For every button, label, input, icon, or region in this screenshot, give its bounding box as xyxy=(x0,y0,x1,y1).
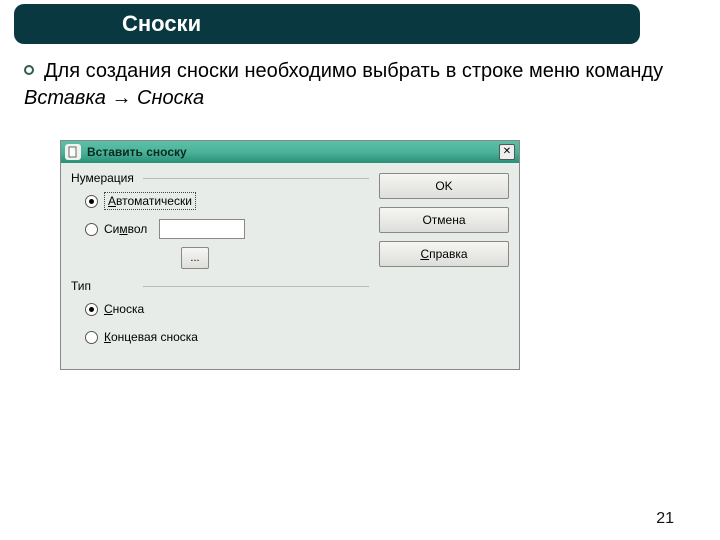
dialog-title: Вставить сноску xyxy=(87,145,493,159)
body-item: Сноска xyxy=(137,87,204,109)
radio-endnote-label: Концевая сноска xyxy=(104,330,198,344)
radio-icon xyxy=(85,195,98,208)
page-number: 21 xyxy=(656,510,674,528)
cancel-button[interactable]: Отмена xyxy=(379,207,509,233)
symbol-input[interactable] xyxy=(159,219,245,239)
dialog-body: Нумерация Автоматически Символ ... Тип С… xyxy=(61,163,519,369)
insert-footnote-dialog: Вставить сноску ✕ Нумерация Автоматическ… xyxy=(60,140,520,370)
slide-title-bar: Сноски xyxy=(14,4,640,44)
body-menu: Вставка xyxy=(24,87,106,109)
document-icon xyxy=(65,144,81,160)
body-arrow: → xyxy=(106,87,137,109)
radio-icon xyxy=(85,223,98,236)
radio-automatic-label: Автоматически xyxy=(104,192,196,210)
slide-title: Сноски xyxy=(122,11,201,37)
radio-footnote-label: Сноска xyxy=(104,302,144,316)
radio-symbol-label: Символ xyxy=(104,222,147,236)
radio-icon xyxy=(85,303,98,316)
slide-body: Для создания сноски необходимо выбрать в… xyxy=(24,58,680,112)
radio-footnote[interactable]: Сноска xyxy=(85,299,369,319)
type-group-label: Тип xyxy=(71,279,369,293)
radio-symbol[interactable]: Символ xyxy=(85,219,369,239)
radio-endnote[interactable]: Концевая сноска xyxy=(85,327,369,347)
dialog-titlebar: Вставить сноску ✕ xyxy=(61,141,519,163)
close-icon[interactable]: ✕ xyxy=(499,144,515,160)
bullet-icon xyxy=(24,65,34,75)
radio-icon xyxy=(85,331,98,344)
dialog-right-panel: OK Отмена Справка xyxy=(379,171,509,355)
browse-symbol-button[interactable]: ... xyxy=(181,247,209,269)
body-prefix: Для создания сноски необходимо выбрать в… xyxy=(44,60,663,82)
help-button[interactable]: Справка xyxy=(379,241,509,267)
numbering-group-label: Нумерация xyxy=(71,171,369,185)
ok-button[interactable]: OK xyxy=(379,173,509,199)
radio-automatic[interactable]: Автоматически xyxy=(85,191,369,211)
dialog-left-panel: Нумерация Автоматически Символ ... Тип С… xyxy=(71,171,369,355)
